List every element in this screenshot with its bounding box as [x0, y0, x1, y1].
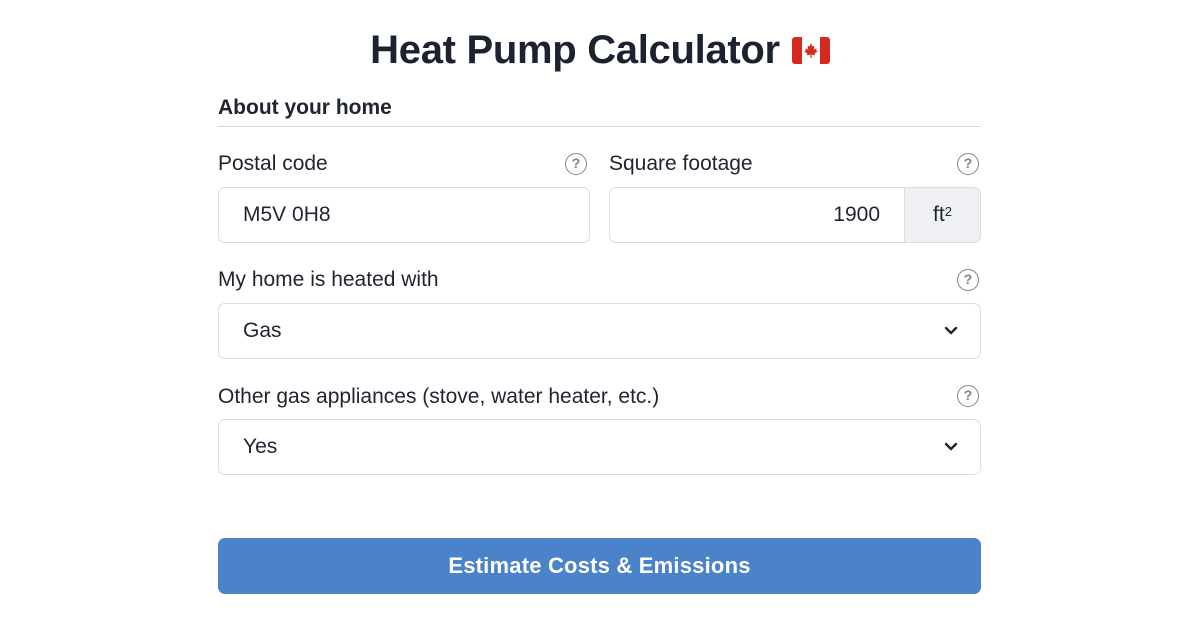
- canada-flag-icon: [791, 37, 830, 64]
- square-footage-input[interactable]: 1900 ft 2: [609, 187, 981, 243]
- gas-appliances-value: Yes: [243, 435, 278, 458]
- gas-appliances-help-icon[interactable]: ?: [957, 385, 979, 407]
- section-title: About your home: [218, 96, 392, 119]
- unit-label: ft: [933, 203, 945, 226]
- chevron-down-icon: [944, 442, 958, 451]
- postal-code-input[interactable]: M5V 0H8: [218, 187, 590, 243]
- postal-code-help-icon[interactable]: ?: [565, 153, 587, 175]
- gas-appliances-label: Other gas appliances (stove, water heate…: [218, 385, 660, 408]
- header: Heat Pump Calculator: [0, 28, 1200, 73]
- heating-help-icon[interactable]: ?: [957, 269, 979, 291]
- gas-appliances-select[interactable]: Yes: [218, 419, 981, 475]
- heating-select[interactable]: Gas: [218, 303, 981, 359]
- square-footage-value: 1900: [833, 203, 880, 226]
- postal-code-value: M5V 0H8: [243, 203, 331, 226]
- unit-suffix: ft 2: [904, 188, 980, 242]
- estimate-button[interactable]: Estimate Costs & Emissions: [218, 538, 981, 594]
- unit-exponent: 2: [944, 203, 952, 219]
- square-footage-help-icon[interactable]: ?: [957, 153, 979, 175]
- postal-code-label: Postal code: [218, 152, 328, 175]
- section-heading: About your home: [218, 96, 981, 127]
- square-footage-label: Square footage: [609, 152, 753, 175]
- chevron-down-icon: [944, 326, 958, 335]
- heating-label: My home is heated with: [218, 268, 439, 291]
- page-title: Heat Pump Calculator: [370, 28, 780, 72]
- heating-value: Gas: [243, 319, 282, 342]
